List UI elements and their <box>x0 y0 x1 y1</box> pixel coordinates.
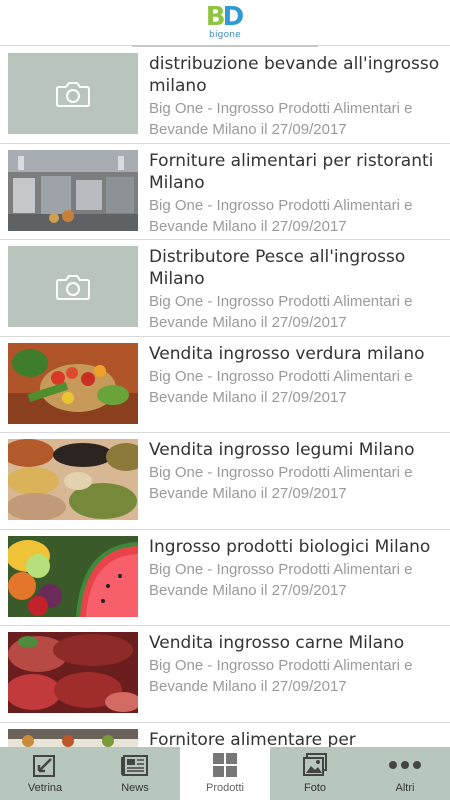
app-header: B D bigone <box>0 0 450 47</box>
thumbnail-kitchen <box>8 149 138 231</box>
list-item[interactable]: Distributore Pesce all'ingrosso Milano B… <box>0 240 450 337</box>
tab-news[interactable]: News <box>90 747 180 800</box>
grid-icon <box>213 753 237 777</box>
more-icon <box>389 761 421 769</box>
bigone-logo: B D bigone <box>205 2 245 40</box>
products-list: distribuzione bevande all'ingrosso milan… <box>0 47 450 747</box>
thumbnail-fruit <box>8 535 138 617</box>
tab-label: Vetrina <box>27 782 63 794</box>
tab-label: Prodotti <box>206 782 244 794</box>
photo-icon <box>303 753 327 776</box>
item-title: Forniture alimentari per ristoranti Mila… <box>149 150 434 193</box>
item-meta: Big One - Ingrosso Prodotti Alimentari e… <box>149 657 413 695</box>
thumbnail-legumes <box>8 439 138 520</box>
item-title: Vendita ingrosso verdura milano <box>149 343 425 364</box>
item-title: Vendita ingrosso legumi Milano <box>149 440 415 460</box>
news-icon <box>121 755 148 776</box>
list-item[interactable]: Fornitore alimentare per supermercati <box>0 723 450 748</box>
item-title: Distributore Pesce all'ingrosso Milano <box>149 247 406 289</box>
list-item[interactable]: Vendita ingrosso legumi Milano Big One -… <box>0 433 450 530</box>
bottom-tab-bar: Vetrina News Prodotti Foto Altri <box>0 747 450 800</box>
item-meta: Big One - Ingrosso Prodotti Alimentari e… <box>149 196 413 235</box>
tab-foto[interactable]: Foto <box>270 747 360 800</box>
item-meta: Big One - Ingrosso Prodotti Alimentari e… <box>149 560 413 599</box>
thumbnail-meat <box>8 632 138 713</box>
item-title: Vendita ingrosso carne Milano <box>149 633 405 653</box>
logo-mark-d: D <box>222 2 245 32</box>
list-item[interactable]: Forniture alimentari per ristoranti Mila… <box>0 144 450 240</box>
tab-vetrina[interactable]: Vetrina <box>0 747 90 800</box>
list-item[interactable]: Vendita ingrosso verdura milano Big One … <box>0 337 450 433</box>
thumbnail-vegetables <box>8 342 138 424</box>
item-title: distribuzione bevande all'ingrosso milan… <box>149 54 440 96</box>
item-meta: Big One - Ingrosso Prodotti Alimentari e… <box>149 367 413 406</box>
list-item[interactable]: Vendita ingrosso carne Milano Big One - … <box>0 626 450 723</box>
showcase-icon <box>33 755 55 777</box>
item-meta: Big One - Ingrosso Prodotti Alimentari e… <box>149 100 413 138</box>
thumbnail-placeholder <box>8 246 138 327</box>
tab-label: Altri <box>395 782 415 794</box>
list-item[interactable]: distribuzione bevande all'ingrosso milan… <box>0 47 450 144</box>
item-title: Fornitore alimentare per supermercati <box>149 729 356 748</box>
tab-prodotti[interactable]: Prodotti <box>180 747 270 800</box>
camera-icon <box>56 81 90 107</box>
thumbnail-placeholder <box>8 53 138 134</box>
item-meta: Big One - Ingrosso Prodotti Alimentari e… <box>149 293 413 331</box>
tab-label: Foto <box>303 782 326 794</box>
logo-text: bigone <box>209 30 241 40</box>
tab-label: News <box>121 782 149 794</box>
list-item[interactable]: Ingrosso prodotti biologici Milano Big O… <box>0 530 450 626</box>
logo-mark: B D <box>205 2 245 32</box>
item-title: Ingrosso prodotti biologici Milano <box>149 536 431 557</box>
item-meta: Big One - Ingrosso Prodotti Alimentari e… <box>149 464 413 502</box>
tab-altri[interactable]: Altri <box>360 747 450 800</box>
logo-mark-b: B <box>205 2 226 32</box>
camera-icon <box>56 274 90 300</box>
thumbnail-market <box>8 728 138 747</box>
